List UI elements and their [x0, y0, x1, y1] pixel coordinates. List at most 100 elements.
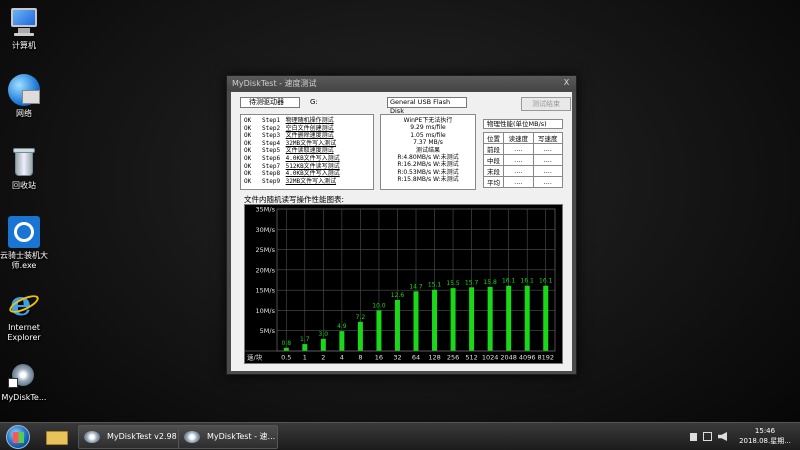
clock[interactable]: 15:46 2018.08.星期... [735, 426, 795, 446]
y-tick-label: 30M/s [256, 226, 276, 234]
desktop-icon-network[interactable]: 网络 [0, 74, 54, 119]
start-button[interactable] [6, 425, 30, 449]
desktop-icon-internet-explorer[interactable]: e Internet Explorer [0, 287, 54, 343]
action-center-flag-icon[interactable] [690, 433, 697, 441]
y-tick-label: 5M/s [260, 327, 276, 335]
bar [506, 285, 512, 351]
list-item: OK Step3 文件删除速度测试 [244, 132, 370, 140]
result-line: R:16.2MB/s W:未测试 [397, 161, 459, 169]
result-line: 1.05 ms/file [410, 131, 446, 139]
mydisktest-window[interactable]: MyDiskTest - 速度测试 X 待测驱动器 G: General USB… [226, 75, 577, 375]
bar [394, 299, 400, 351]
step-id: Step2 [262, 124, 281, 132]
step-status: OK [244, 170, 252, 178]
step-id: Step6 [262, 154, 281, 162]
data-label: 0.8 [281, 340, 291, 347]
step-id: Step7 [262, 162, 281, 170]
table-header: 写速度 [532, 132, 564, 144]
computer-icon [8, 6, 40, 38]
data-label: 16.1 [502, 278, 516, 285]
x-tick-label: 64 [412, 354, 420, 362]
step-id: Step5 [262, 147, 281, 155]
taskbar-button-speed-test[interactable]: MyDiskTest - 速... [178, 425, 278, 449]
table-header: 位置 [482, 132, 505, 144]
bar [376, 310, 382, 351]
step-status: OK [244, 132, 252, 140]
data-label: 7.2 [356, 314, 366, 321]
network-icon [8, 74, 40, 106]
table-cell: .... [503, 154, 534, 166]
step-id: Step3 [262, 132, 281, 140]
list-item: OK Step5 文件读取速度测试 [244, 147, 370, 155]
bar [413, 291, 419, 351]
data-label: 15.8 [483, 279, 497, 286]
result-line: 测试结果 [415, 146, 440, 154]
bar [320, 338, 326, 351]
performance-chart: 5M/s 10M/s 15M/s 20M/s 25M/s 30M/s 35M/s 0.8 0.5… [244, 204, 563, 364]
table-cell: .... [503, 176, 534, 188]
list-item: OK Step9 32MB文件写入测试 [244, 178, 370, 186]
window-client: 待测驱动器 G: General USB Flash Disk 测试结束 OK S… [231, 92, 572, 371]
desktop-icon-computer[interactable]: 计算机 [0, 6, 54, 51]
bar [543, 285, 549, 351]
bar [357, 321, 363, 351]
result-line: R:15.8MB/s W:未测试 [397, 176, 459, 184]
y-tick-label: 35M/s [256, 206, 276, 214]
mydisktest-icon [84, 431, 100, 443]
data-label: 14.7 [409, 283, 423, 290]
recycle-bin-icon [8, 146, 40, 178]
step-status: OK [244, 154, 252, 162]
x-tick-label: 512 [465, 354, 477, 362]
x-tick-label: 4096 [519, 354, 536, 362]
bar [283, 347, 289, 351]
result-line: WinPE下无法执行 [403, 117, 453, 124]
step-description: 512KB文件读写测试 [285, 162, 340, 170]
y-tick-label: 15M/s [256, 287, 276, 295]
window-titlebar[interactable]: MyDiskTest - 速度测试 X [227, 76, 576, 91]
x-tick-label: 8192 [537, 354, 554, 362]
drive-name: General USB Flash Disk [387, 97, 467, 115]
data-label: 3.0 [319, 331, 329, 338]
step-status: OK [244, 117, 252, 124]
close-icon[interactable]: X [561, 78, 572, 88]
explorer-taskbar-button[interactable] [43, 426, 71, 448]
mydisktest-icon [8, 358, 40, 390]
table-header-row: 位置 读速度 写速度 [482, 132, 564, 144]
desktop-icon-yunqishi[interactable]: 云骑士装机大师.exe [0, 216, 54, 271]
stop-test-button[interactable]: 测试结束 [521, 97, 571, 111]
list-item: OK Step1 物理随机操作测试 [244, 117, 370, 125]
step-status: OK [244, 162, 252, 170]
x-tick-label: 16 [375, 354, 383, 362]
step-status: OK [244, 147, 252, 155]
physical-performance-table: 位置 读速度 写速度 前段 .... .... 中段 .... .... 末段 … [482, 132, 564, 188]
x-tick-label: 32 [393, 354, 401, 362]
data-label: 15.5 [446, 280, 460, 287]
x-tick-label: 2048 [500, 354, 517, 362]
y-tick-label: 20M/s [256, 266, 276, 274]
x-tick-label: 0.5 [281, 354, 291, 362]
results-panel: WinPE下无法执行 9.29 ms/file 1.05 ms/file 7.37 M… [380, 114, 476, 190]
network-tray-icon[interactable] [703, 432, 712, 441]
desktop-icon-label: 网络 [16, 109, 32, 118]
data-label: 10.0 [372, 302, 386, 309]
desktop-icon-label: 云骑士装机大师.exe [0, 251, 48, 270]
bar [302, 344, 308, 351]
table-cell: 中段 [482, 154, 505, 166]
step-id: Step8 [262, 170, 281, 178]
step-description: 4.0KB文件写入测试 [285, 154, 340, 162]
desktop-icon-mydisktest[interactable]: MyDiskTe... [0, 358, 54, 403]
step-status: OK [244, 177, 252, 185]
data-label: 12.6 [391, 292, 405, 299]
desktop-icon-recycle-bin[interactable]: 回收站 [0, 146, 54, 191]
data-label: 16.1 [521, 278, 535, 285]
desktop-icon-label: 计算机 [12, 41, 36, 50]
x-tick-label: 1 [303, 354, 307, 362]
bar [450, 288, 456, 351]
speaker-icon[interactable] [718, 432, 727, 441]
bar [487, 286, 493, 351]
data-label: 1.7 [300, 336, 310, 343]
data-label: 15.7 [465, 279, 479, 286]
desktop-icon-label: Internet Explorer [7, 323, 41, 342]
window-title: MyDiskTest - 速度测试 [232, 79, 317, 88]
step-id: Step4 [262, 139, 281, 147]
